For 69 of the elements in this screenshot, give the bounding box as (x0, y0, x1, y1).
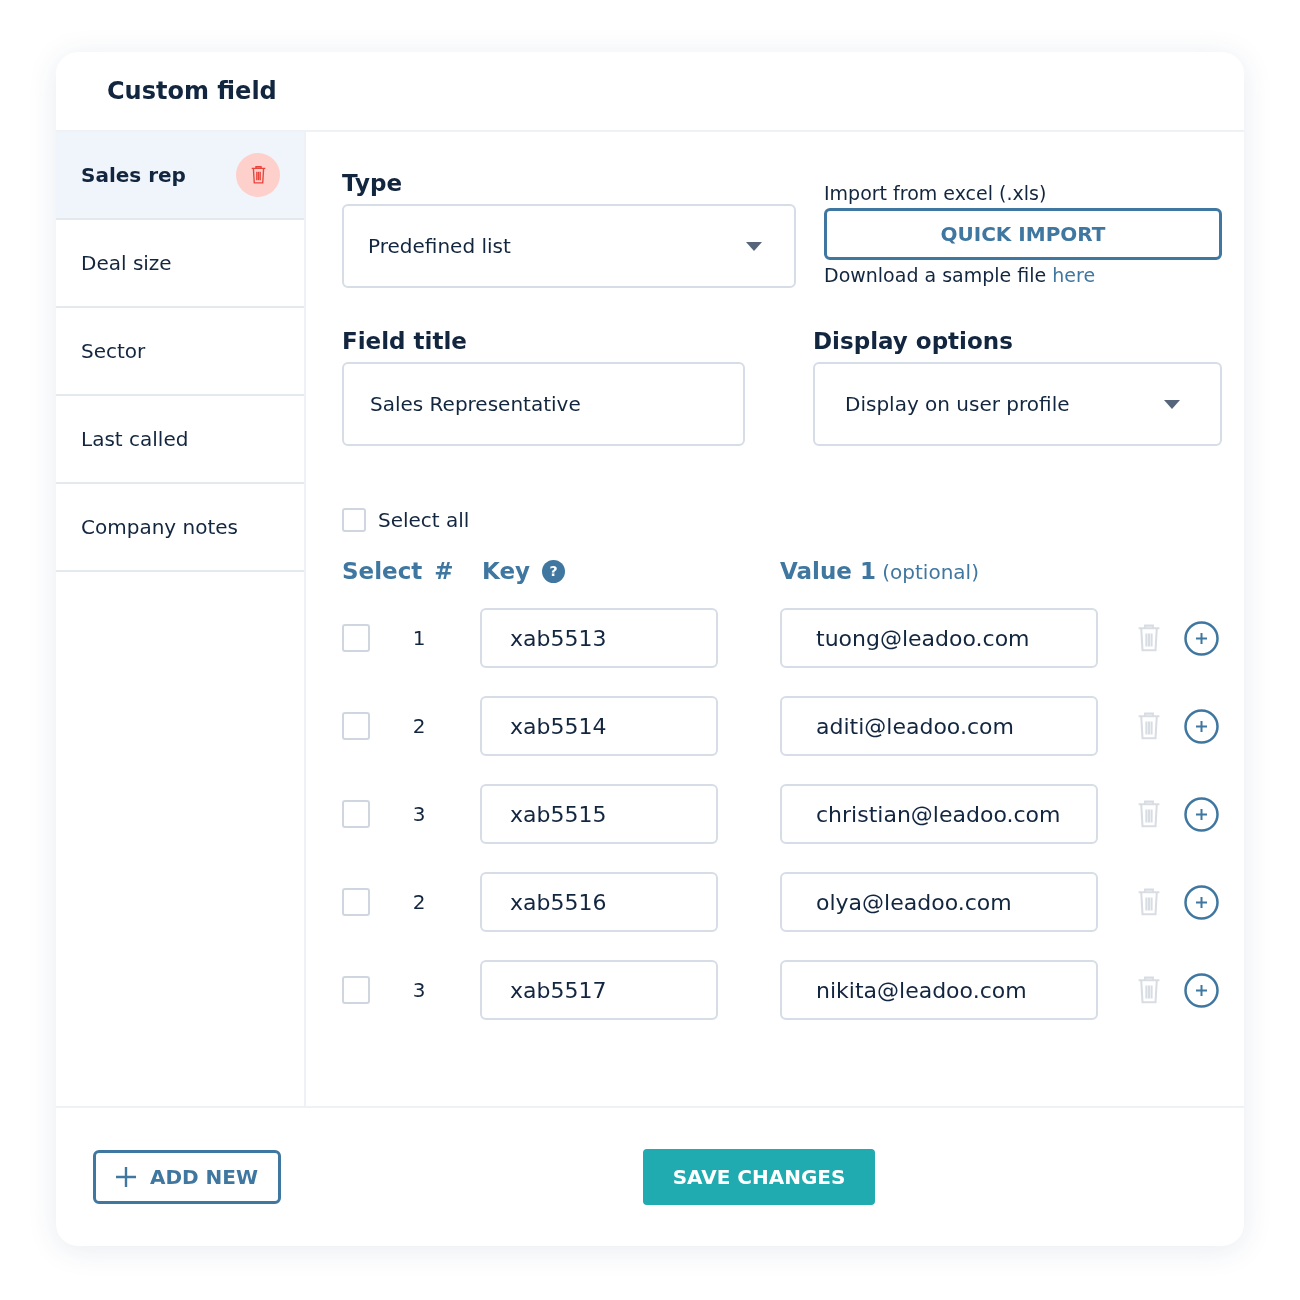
select-column-header: Select (342, 558, 423, 584)
help-icon[interactable]: ? (542, 559, 565, 583)
type-label: Type (342, 170, 403, 196)
key-input[interactable]: xab5513 (480, 608, 718, 668)
sidebar-item[interactable]: Company notes (56, 484, 304, 572)
plus-circle-icon (1184, 708, 1219, 744)
sidebar-item[interactable]: Sales rep (56, 132, 304, 220)
row-number: 1 (411, 626, 427, 650)
add-new-button[interactable]: ADD NEW (93, 1150, 281, 1204)
key-input[interactable]: xab5514 (480, 696, 718, 756)
display-options-label: Display options (813, 328, 1014, 354)
quick-import-button[interactable]: QUICK IMPORT (824, 208, 1222, 260)
value-input[interactable]: nikita@leadoo.com (780, 960, 1098, 1020)
trash-icon (249, 165, 267, 185)
plus-icon (115, 1167, 136, 1187)
row-checkbox[interactable] (342, 624, 370, 652)
add-row-button[interactable] (1184, 884, 1219, 920)
row-number: 2 (411, 890, 427, 914)
add-row-button[interactable] (1184, 708, 1219, 744)
row-number: 3 (411, 978, 427, 1002)
key-column-header: Key (482, 558, 530, 584)
trash-icon (1136, 887, 1162, 917)
plus-circle-icon (1184, 620, 1219, 656)
field-title-input[interactable]: Sales Representative (342, 362, 745, 446)
row-number: 3 (411, 802, 427, 826)
delete-row-button[interactable] (1136, 623, 1162, 653)
trash-icon (1136, 799, 1162, 829)
sample-file-hint: Download a sample file here (824, 264, 1097, 286)
key-input[interactable]: xab5515 (480, 784, 718, 844)
dropdown-caret-icon (746, 241, 762, 251)
sidebar-item[interactable]: Last called (56, 396, 304, 484)
row-checkbox[interactable] (342, 888, 370, 916)
import-label: Import from excel (.xls) (824, 182, 1048, 204)
select-all-checkbox[interactable] (342, 508, 366, 532)
add-row-button[interactable] (1184, 796, 1219, 832)
sidebar-item[interactable]: Deal size (56, 220, 304, 308)
row-checkbox[interactable] (342, 976, 370, 1004)
value-input[interactable]: aditi@leadoo.com (780, 696, 1098, 756)
delete-button[interactable] (236, 153, 280, 197)
add-row-button[interactable] (1184, 972, 1219, 1008)
trash-icon (1136, 623, 1162, 653)
row-number: 2 (411, 714, 427, 738)
card-title: Custom field (107, 77, 277, 105)
delete-row-button[interactable] (1136, 799, 1162, 829)
delete-row-button[interactable] (1136, 887, 1162, 917)
value-input[interactable]: olya@leadoo.com (780, 872, 1098, 932)
add-row-button[interactable] (1184, 620, 1219, 656)
type-dropdown[interactable]: Predefined list (342, 204, 796, 288)
row-checkbox[interactable] (342, 712, 370, 740)
key-input[interactable]: xab5516 (480, 872, 718, 932)
plus-circle-icon (1184, 972, 1219, 1008)
row-checkbox[interactable] (342, 800, 370, 828)
field-title-label: Field title (342, 328, 468, 354)
delete-row-button[interactable] (1136, 975, 1162, 1005)
here-link[interactable]: here (1052, 264, 1096, 286)
trash-icon (1136, 975, 1162, 1005)
display-options-dropdown[interactable]: Display on user profile (813, 362, 1222, 446)
trash-icon (1136, 711, 1162, 741)
value-column-header: Value 1 (optional) (780, 558, 979, 584)
key-input[interactable]: xab5517 (480, 960, 718, 1020)
value-input[interactable]: tuong@leadoo.com (780, 608, 1098, 668)
delete-row-button[interactable] (1136, 711, 1162, 741)
select-all-label: Select all (378, 508, 470, 532)
dropdown-caret-icon (1164, 399, 1180, 409)
plus-circle-icon (1184, 884, 1219, 920)
value-input[interactable]: christian@leadoo.com (780, 784, 1098, 844)
number-column-header: # (434, 558, 454, 584)
plus-circle-icon (1184, 796, 1219, 832)
sidebar-item[interactable]: Sector (56, 308, 304, 396)
